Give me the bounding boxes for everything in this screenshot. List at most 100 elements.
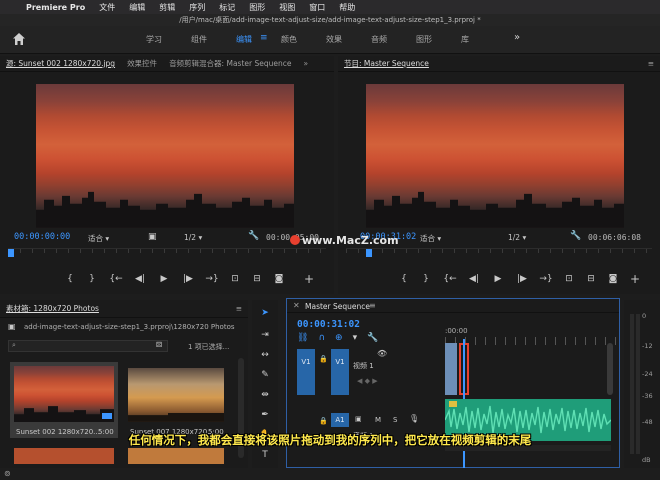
source-settings-icon[interactable]: ▣ [148, 232, 157, 242]
mark-in-button[interactable]: { [60, 274, 80, 284]
source-fit-dropdown[interactable]: 适合 ▾ [88, 233, 109, 244]
tab-editing[interactable]: 编辑 [236, 34, 252, 45]
menu-sequence[interactable]: 序列 [189, 2, 205, 13]
tab-source[interactable]: 源: Sunset 002 1280x720.jpg [0, 58, 121, 69]
program-mark-out-button[interactable]: } [414, 274, 438, 284]
go-to-out-button[interactable]: →} [200, 274, 224, 284]
tab-audio[interactable]: 音频 [371, 34, 387, 45]
ripple-edit-tool-icon[interactable]: ↔ [258, 348, 272, 362]
program-panel-menu-icon[interactable]: ≡ [642, 59, 660, 68]
source-wrench-icon[interactable]: 🔧 [248, 231, 259, 241]
project-search-input[interactable]: ⌕ [8, 340, 168, 352]
eye-icon[interactable]: 👁 [377, 349, 387, 358]
program-video-frame[interactable] [366, 84, 624, 228]
source-playhead[interactable] [8, 249, 14, 257]
razor-tool-icon[interactable]: ✎ [258, 368, 272, 382]
keyframe-nav[interactable]: ◀ ◆ ▶ [357, 377, 378, 385]
tab-libraries[interactable]: 库 [461, 34, 469, 45]
app-menu[interactable]: Premiere Pro [26, 3, 85, 12]
source-timecode[interactable]: 00:00:00:00 [14, 232, 70, 242]
go-to-in-button[interactable]: {← [104, 274, 128, 284]
menu-clip[interactable]: 剪辑 [159, 2, 175, 13]
audio-lock-icon[interactable]: 🔒 [319, 417, 328, 425]
track-v1-target[interactable]: V1 [331, 349, 349, 395]
step-forward-button[interactable]: |▶ [176, 274, 200, 284]
type-tool-icon[interactable]: T [258, 448, 272, 462]
solo-button[interactable]: S [393, 416, 397, 424]
status-icon[interactable]: ⊚ [4, 469, 11, 478]
tab-color[interactable]: 颜色 [281, 34, 297, 45]
track-select-tool-icon[interactable]: ⇥ [258, 328, 272, 342]
thumb-sunset-007[interactable] [128, 368, 224, 422]
program-go-to-out-button[interactable]: →} [534, 274, 558, 284]
program-go-to-in-button[interactable]: {← [438, 274, 462, 284]
thumb-sunset-002[interactable] [14, 366, 114, 422]
program-resolution-dropdown[interactable]: 1/2 ▾ [508, 233, 526, 242]
timeline-wrench-icon[interactable]: 🔧 [367, 333, 378, 343]
marker-icon[interactable]: ▾ [353, 333, 358, 343]
sequence-timecode[interactable]: 00:00:31:02 [297, 319, 360, 330]
workspace-menu-icon[interactable]: ≡ [260, 33, 268, 43]
export-frame-icon[interactable]: ◙ [268, 274, 290, 284]
sync-lock-icon[interactable]: ▣ [355, 415, 362, 423]
program-wrench-icon[interactable]: 🔧 [570, 231, 581, 241]
lock-icon[interactable]: 🔒 [319, 355, 328, 363]
menu-view[interactable]: 视图 [279, 2, 295, 13]
project-panel-menu-icon[interactable]: ≡ [230, 304, 248, 313]
source-resolution-dropdown[interactable]: 1/2 ▾ [184, 233, 202, 242]
thumb-row2[interactable] [14, 448, 114, 464]
source-time-ruler[interactable] [8, 248, 326, 260]
tab-effects[interactable]: 效果 [326, 34, 342, 45]
more-workspaces-icon[interactable]: » [514, 32, 520, 43]
bin-settings-icon[interactable]: ⚄ [156, 341, 162, 349]
program-fit-dropdown[interactable]: 适合 ▾ [420, 233, 441, 244]
program-step-forward-button[interactable]: |▶ [510, 274, 534, 284]
program-mark-in-button[interactable]: { [394, 274, 414, 284]
video-clip[interactable] [445, 343, 457, 395]
track-a1-target[interactable]: A1 [331, 413, 349, 427]
menu-file[interactable]: 文件 [99, 2, 115, 13]
timeline-ruler[interactable] [445, 337, 619, 345]
overwrite-button[interactable]: ⊟ [246, 274, 268, 284]
snap-icon[interactable]: ⛓ [297, 333, 308, 343]
extract-button[interactable]: ⊟ [580, 274, 602, 284]
video-scrollbar[interactable] [607, 343, 613, 395]
program-time-ruler[interactable] [346, 248, 652, 260]
voiceover-icon[interactable]: 🎙 [409, 414, 419, 423]
menu-help[interactable]: 帮助 [339, 2, 355, 13]
home-icon[interactable] [12, 32, 26, 46]
pen-tool-icon[interactable]: ✒ [258, 408, 272, 422]
source-v1-patch[interactable]: V1 [297, 349, 315, 395]
selection-tool-icon[interactable]: ➤ [258, 306, 272, 320]
mute-button[interactable]: M [375, 416, 381, 424]
menu-graphics[interactable]: 图形 [249, 2, 265, 13]
menu-markers[interactable]: 标记 [219, 2, 235, 13]
source-video-frame[interactable] [36, 84, 294, 228]
program-playhead[interactable] [366, 249, 372, 257]
tab-program[interactable]: 节目: Master Sequence [338, 58, 435, 69]
menu-edit[interactable]: 编辑 [129, 2, 145, 13]
tab-assembly[interactable]: 组件 [191, 34, 207, 45]
tab-audio-clip-mixer[interactable]: 音频剪辑混合器: Master Sequence [163, 58, 297, 69]
slip-tool-icon[interactable]: ⇹ [258, 388, 272, 402]
menu-window[interactable]: 窗口 [309, 2, 325, 13]
panel-more-icon[interactable]: » [297, 59, 314, 68]
tab-sequence[interactable]: Master Sequence [305, 302, 370, 311]
add-marker-icon[interactable]: ⊕ [335, 333, 343, 343]
program-play-button[interactable]: ▶ [486, 274, 510, 284]
mark-out-button[interactable]: } [80, 274, 104, 284]
tab-learn[interactable]: 学习 [146, 34, 162, 45]
source-add-button[interactable]: + [304, 272, 314, 286]
lift-button[interactable]: ⊡ [558, 274, 580, 284]
step-back-button[interactable]: ◀| [128, 274, 152, 284]
tab-bin[interactable]: 素材箱: 1280x720 Photos [0, 303, 105, 314]
program-add-button[interactable]: + [630, 272, 640, 286]
linked-selection-icon[interactable]: ∩ [318, 333, 325, 343]
play-button[interactable]: ▶ [152, 274, 176, 284]
tab-effect-controls[interactable]: 效果控件 [121, 58, 163, 69]
program-export-frame-icon[interactable]: ◙ [602, 274, 624, 284]
tab-graphics[interactable]: 图形 [416, 34, 432, 45]
thumb-row2[interactable] [128, 448, 224, 464]
program-step-back-button[interactable]: ◀| [462, 274, 486, 284]
timeline-menu-icon[interactable]: ≡ [369, 301, 376, 310]
